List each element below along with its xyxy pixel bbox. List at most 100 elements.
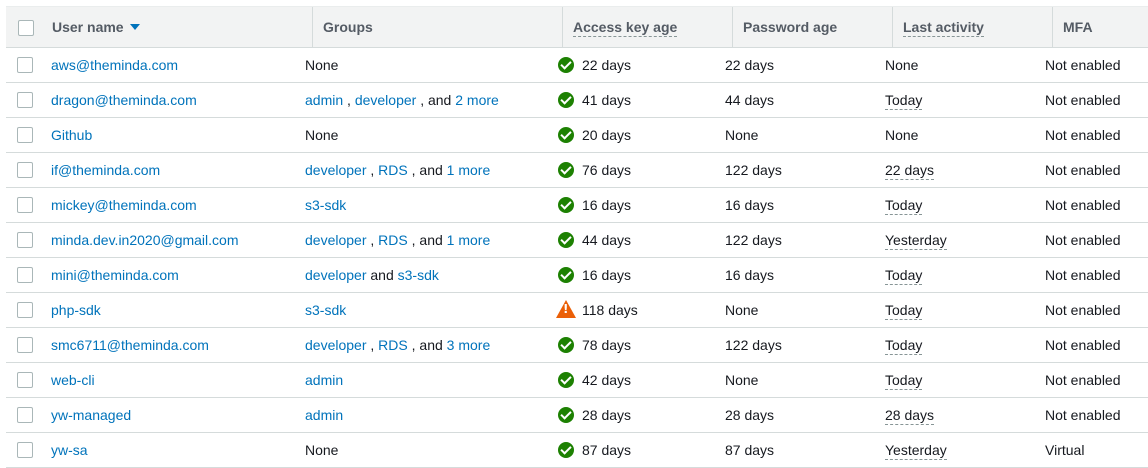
access-key-age-cell: 28 days xyxy=(558,398,631,432)
user-name-link[interactable]: yw-managed xyxy=(51,398,131,432)
last-activity-value[interactable]: Today xyxy=(885,267,923,285)
column-header-user-name-label: User name xyxy=(52,19,124,35)
last-activity-cell: None xyxy=(885,118,918,152)
row-checkbox[interactable] xyxy=(17,57,33,73)
last-activity-value[interactable]: Today xyxy=(885,197,923,215)
last-activity-value[interactable]: Today xyxy=(885,302,923,320)
group-link[interactable]: 1 more xyxy=(447,232,491,248)
access-key-age-value: 76 days xyxy=(582,162,632,178)
access-key-age-cell: 42 days xyxy=(558,363,631,397)
last-activity-value[interactable]: Yesterday xyxy=(885,442,947,460)
group-text: None xyxy=(305,127,339,143)
sort-descending-icon[interactable] xyxy=(129,24,140,31)
column-header-last-activity[interactable]: Last activity xyxy=(892,7,1052,48)
last-activity-value[interactable]: Today xyxy=(885,337,923,355)
last-activity-value[interactable]: Today xyxy=(885,372,923,390)
user-name-link[interactable]: mini@theminda.com xyxy=(51,258,179,292)
last-activity-cell: Today xyxy=(885,293,923,327)
table-body: aws@theminda.com None 22 days 22 days None No… xyxy=(6,48,1148,468)
group-link[interactable]: developer xyxy=(305,337,367,353)
table-row[interactable]: Github None 20 days None None Not enabled xyxy=(6,118,1148,153)
row-checkbox[interactable] xyxy=(17,302,33,318)
row-checkbox[interactable] xyxy=(17,337,33,353)
access-key-age-value: 16 days xyxy=(582,197,632,213)
groups-cell: developer , RDS , and 3 more xyxy=(305,328,490,362)
user-name-link[interactable]: mickey@theminda.com xyxy=(51,188,197,222)
group-link[interactable]: developer xyxy=(305,232,367,248)
group-link[interactable]: RDS xyxy=(378,232,408,248)
user-name-link[interactable]: php-sdk xyxy=(51,293,101,327)
access-key-age-cell: 22 days xyxy=(558,48,631,82)
password-age-value: 122 days xyxy=(725,162,782,178)
table-row[interactable]: dragon@theminda.com admin , developer , a… xyxy=(6,83,1148,118)
user-name-link[interactable]: aws@theminda.com xyxy=(51,48,178,82)
group-link[interactable]: 3 more xyxy=(447,337,491,353)
user-name-link[interactable]: yw-sa xyxy=(51,433,88,467)
group-link[interactable]: s3-sdk xyxy=(305,197,346,213)
row-checkbox[interactable] xyxy=(17,92,33,108)
access-key-age-value: 87 days xyxy=(582,442,632,458)
group-link[interactable]: admin xyxy=(305,407,343,423)
column-header-access-key-age[interactable]: Access key age xyxy=(562,7,732,48)
row-checkbox[interactable] xyxy=(17,267,33,283)
column-header-user-name[interactable]: User name xyxy=(42,7,312,48)
table-row[interactable]: aws@theminda.com None 22 days 22 days None No… xyxy=(6,48,1148,83)
row-checkbox[interactable] xyxy=(17,372,33,388)
row-checkbox[interactable] xyxy=(17,127,33,143)
user-name-link[interactable]: dragon@theminda.com xyxy=(51,83,197,117)
column-header-groups[interactable]: Groups xyxy=(312,7,562,48)
column-header-mfa[interactable]: MFA xyxy=(1052,7,1148,48)
group-link[interactable]: developer xyxy=(355,92,417,108)
last-activity-value[interactable]: Today xyxy=(885,92,923,110)
last-activity-value[interactable]: 28 days xyxy=(885,407,935,425)
last-activity-value[interactable]: Yesterday xyxy=(885,232,947,250)
table-row[interactable]: minda.dev.in2020@gmail.com developer , RD… xyxy=(6,223,1148,258)
password-age-value: 28 days xyxy=(725,407,775,423)
table-row[interactable]: if@theminda.com developer , RDS , and 1 m… xyxy=(6,153,1148,188)
check-circle-icon xyxy=(558,126,574,143)
groups-cell: s3-sdk xyxy=(305,188,346,222)
row-checkbox[interactable] xyxy=(17,162,33,178)
column-header-password-age[interactable]: Password age xyxy=(732,7,892,48)
select-all-checkbox[interactable] xyxy=(18,20,34,36)
group-link[interactable]: admin xyxy=(305,372,343,388)
last-activity-cell: Yesterday xyxy=(885,433,947,467)
last-activity-cell: 28 days xyxy=(885,398,935,432)
user-name-link[interactable]: if@theminda.com xyxy=(51,153,160,187)
group-link[interactable]: 1 more xyxy=(447,162,491,178)
table-row[interactable]: mini@theminda.com developer and s3-sdk 16 … xyxy=(6,258,1148,293)
group-link[interactable]: s3-sdk xyxy=(305,302,346,318)
group-link[interactable]: developer xyxy=(305,267,367,283)
group-link[interactable]: 2 more xyxy=(455,92,499,108)
access-key-age-cell: 87 days xyxy=(558,433,631,467)
table-row[interactable]: yw-sa None 87 days 87 days Yesterday Virtual xyxy=(6,433,1148,468)
check-circle-icon xyxy=(558,336,574,353)
table-row[interactable]: mickey@theminda.com s3-sdk 16 days 16 days T… xyxy=(6,188,1148,223)
group-link[interactable]: developer xyxy=(305,162,367,178)
user-name-link[interactable]: minda.dev.in2020@gmail.com xyxy=(51,223,239,257)
last-activity-value[interactable]: 22 days xyxy=(885,162,935,180)
group-text: , xyxy=(366,232,379,248)
mfa-value: Not enabled xyxy=(1045,197,1121,213)
mfa-value: Virtual xyxy=(1045,442,1085,458)
groups-cell: admin , developer , and 2 more xyxy=(305,83,499,117)
user-name-link[interactable]: web-cli xyxy=(51,363,95,397)
user-name-link[interactable]: smc6711@theminda.com xyxy=(51,328,209,362)
row-checkbox[interactable] xyxy=(17,442,33,458)
row-checkbox[interactable] xyxy=(17,197,33,213)
user-name-link[interactable]: Github xyxy=(51,118,92,152)
table-row[interactable]: php-sdk s3-sdk 118 days None Today Not enable… xyxy=(6,293,1148,328)
group-link[interactable]: RDS xyxy=(378,337,408,353)
table-row[interactable]: web-cli admin 42 days None Today Not enabled xyxy=(6,363,1148,398)
group-text: None xyxy=(305,57,339,73)
warning-icon xyxy=(556,300,576,319)
group-link[interactable]: admin xyxy=(305,92,343,108)
group-link[interactable]: RDS xyxy=(378,162,408,178)
group-link[interactable]: s3-sdk xyxy=(398,267,439,283)
row-checkbox[interactable] xyxy=(17,407,33,423)
table-row[interactable]: yw-managed admin 28 days 28 days 28 days Not … xyxy=(6,398,1148,433)
last-activity-cell: Today xyxy=(885,258,923,292)
row-checkbox[interactable] xyxy=(17,232,33,248)
table-row[interactable]: smc6711@theminda.com developer , RDS , an… xyxy=(6,328,1148,363)
access-key-age-cell: 78 days xyxy=(558,328,631,362)
